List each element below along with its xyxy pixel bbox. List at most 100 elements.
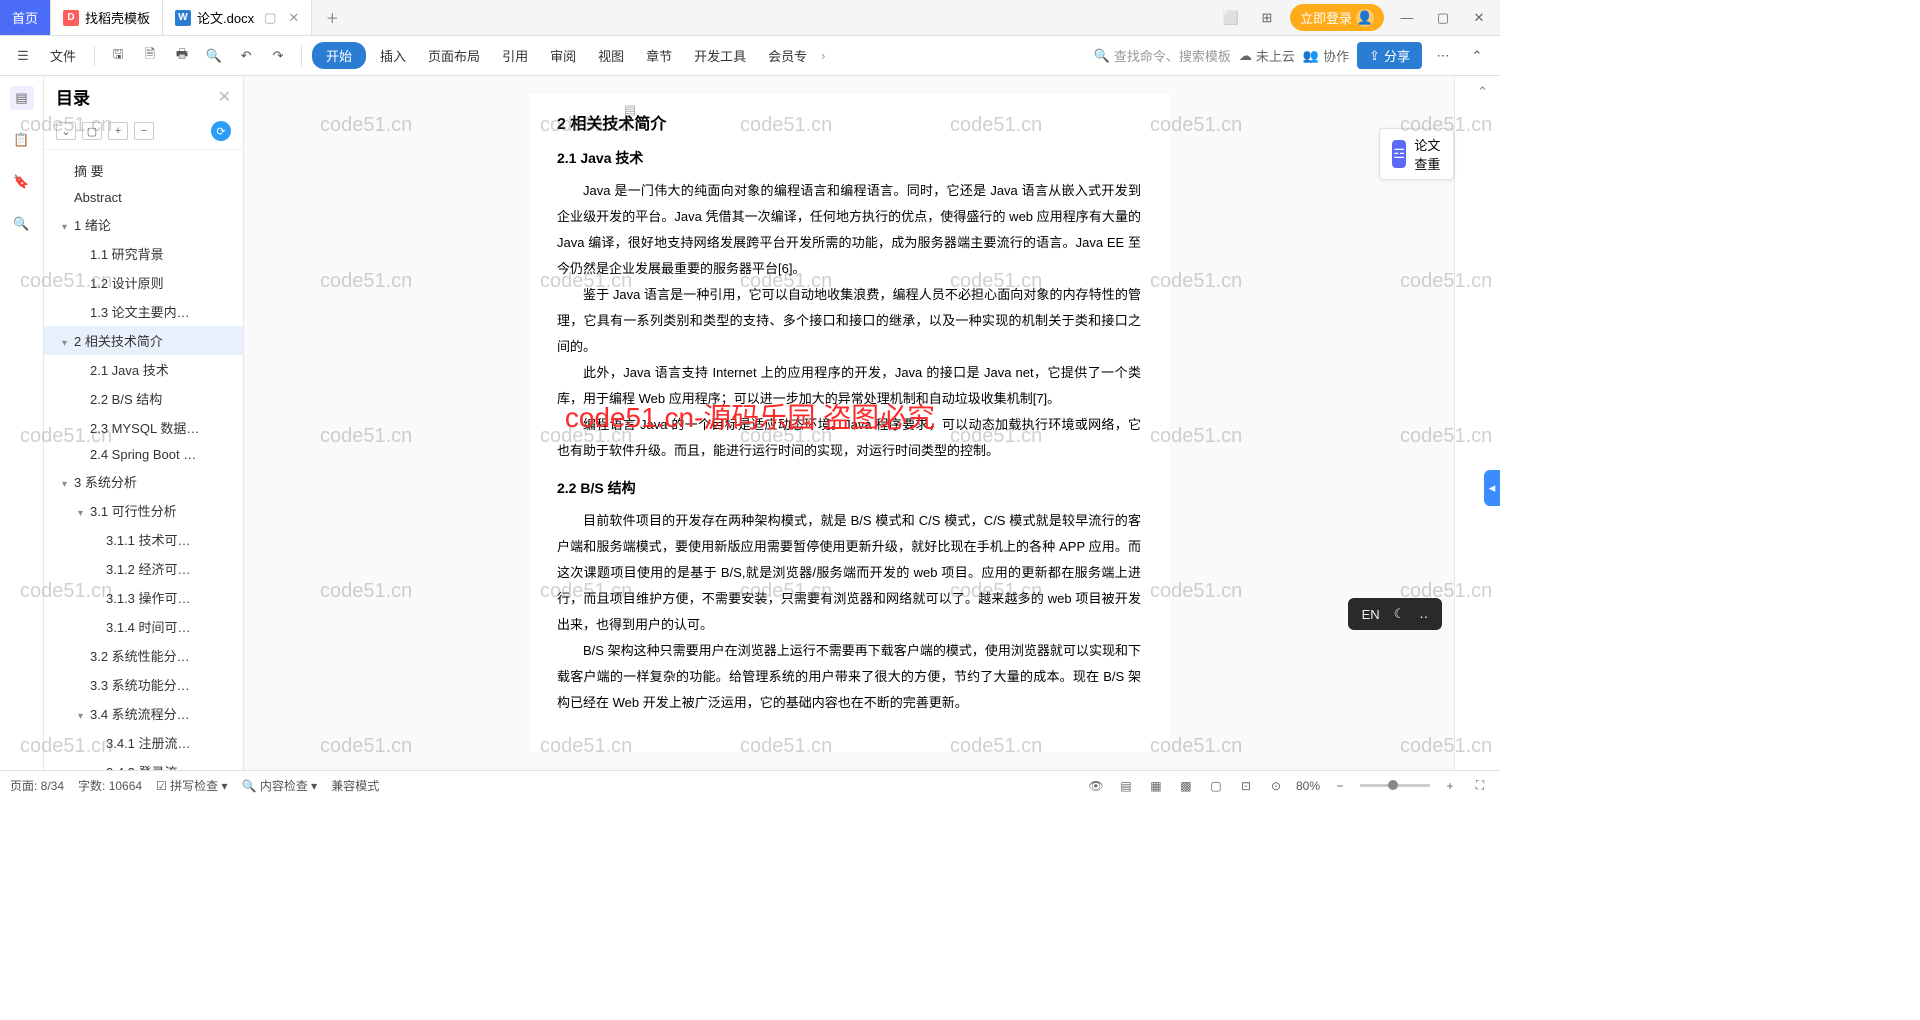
spell-check[interactable]: ☑ 拼写检查 ▾ <box>156 777 227 794</box>
toc-item[interactable]: Abstract <box>44 185 243 210</box>
floating-tab[interactable]: ◂ <box>1484 470 1500 506</box>
share-button[interactable]: ⇪ 分享 <box>1357 42 1422 69</box>
toc-item[interactable]: ▾3 系统分析 <box>44 467 243 496</box>
view-mode-2-icon[interactable]: ▦ <box>1146 776 1166 796</box>
login-label: 立即登录 <box>1300 8 1352 27</box>
chevron-right-icon[interactable]: › <box>821 48 825 63</box>
tab-template[interactable]: D 找稻壳模板 <box>51 0 163 35</box>
menu-member[interactable]: 会员专 <box>760 42 815 69</box>
hamburger-icon[interactable]: ☰ <box>10 43 36 69</box>
view-mode-5-icon[interactable]: ⊡ <box>1236 776 1256 796</box>
toc-item[interactable]: 3.4.2 登录流… <box>44 757 243 770</box>
tab-home[interactable]: 首页 <box>0 0 51 35</box>
toc-item[interactable]: 3.3 系统功能分… <box>44 670 243 699</box>
tab-document-label: 论文.docx <box>197 8 254 27</box>
view-mode-3-icon[interactable]: ▩ <box>1176 776 1196 796</box>
zoom-out-icon[interactable]: − <box>1330 776 1350 796</box>
expand-icon[interactable]: ▢ <box>82 122 102 140</box>
word-count[interactable]: 字数: 10664 <box>78 777 142 794</box>
more-icon[interactable]: ⋯ <box>1430 43 1456 69</box>
layout-icon[interactable]: ⬜ <box>1218 5 1244 31</box>
toc-item[interactable]: ▾3.4 系统流程分… <box>44 699 243 728</box>
menu-view[interactable]: 视图 <box>590 42 632 69</box>
search-panel-icon[interactable]: 🔍 <box>10 212 34 236</box>
save-as-icon[interactable]: 🗎 <box>137 43 163 69</box>
view-mode-4-icon[interactable]: ▢ <box>1206 776 1226 796</box>
close-icon[interactable]: ✕ <box>288 10 299 26</box>
toc-item[interactable]: 3.1.4 时间可… <box>44 612 243 641</box>
redo-icon[interactable]: ↷ <box>265 43 291 69</box>
toc-item[interactable]: 3.4.1 注册流… <box>44 728 243 757</box>
split-icon[interactable]: ▢ <box>264 10 276 26</box>
remove-icon[interactable]: − <box>134 122 154 140</box>
zoom-settings-icon[interactable]: ⊙ <box>1266 776 1286 796</box>
tab-document[interactable]: W 论文.docx ▢ ✕ <box>163 0 312 35</box>
command-search[interactable]: 🔍 查找命令、搜索模板 <box>1094 46 1231 65</box>
print-icon[interactable]: 🖶 <box>169 43 195 69</box>
outline-icon[interactable]: ▤ <box>10 86 34 110</box>
toc-item[interactable]: 3.1.2 经济可… <box>44 554 243 583</box>
menu-review[interactable]: 审阅 <box>542 42 584 69</box>
toc-item[interactable]: 2.3 MYSQL 数据… <box>44 413 243 442</box>
zoom-slider[interactable] <box>1360 784 1430 787</box>
menu-start[interactable]: 开始 <box>312 42 366 69</box>
paragraph: Java 是一门伟大的纯面向对象的编程语言和编程语言。同时，它还是 Java 语… <box>557 178 1141 282</box>
toc-item[interactable]: 摘 要 <box>44 156 243 185</box>
content-check[interactable]: 🔍 内容检查 ▾ <box>242 777 318 794</box>
close-window-button[interactable]: ✕ <box>1466 5 1492 31</box>
file-menu[interactable]: 文件 <box>42 42 84 69</box>
task-icon[interactable]: 📋 <box>10 128 34 152</box>
outline-tools: ⌄ ▢ + − ⟳ <box>44 117 243 150</box>
login-button[interactable]: 立即登录 👤 <box>1290 4 1384 31</box>
toc-item[interactable]: 1.1 研究背景 <box>44 239 243 268</box>
toc-item[interactable]: ▾1 绪论 <box>44 210 243 239</box>
close-outline-icon[interactable]: ✕ <box>218 87 231 107</box>
compat-mode[interactable]: 兼容模式 <box>331 777 379 794</box>
menu-page-layout[interactable]: 页面布局 <box>420 42 488 69</box>
maximize-button[interactable]: ▢ <box>1430 5 1456 31</box>
heading-3-bs: 2.2 B/S 结构 <box>557 478 1141 498</box>
collapse-all-icon[interactable]: ⌄ <box>56 122 76 140</box>
toc-item[interactable]: 2.4 Spring Boot … <box>44 442 243 467</box>
heading-2: 2 相关技术简介 <box>557 110 1141 134</box>
tab-template-label: 找稻壳模板 <box>85 8 150 27</box>
collapse-ribbon-icon[interactable]: ⌃ <box>1464 43 1490 69</box>
eye-icon[interactable]: 👁 <box>1086 776 1106 796</box>
toc-item[interactable]: 2.1 Java 技术 <box>44 355 243 384</box>
document-area[interactable]: ▤ 2 相关技术简介 2.1 Java 技术 Java 是一门伟大的纯面向对象的… <box>244 76 1454 770</box>
cloud-status[interactable]: ☁ 未上云 <box>1239 46 1295 65</box>
save-icon[interactable]: 🖫 <box>105 43 131 69</box>
page-margin-icon[interactable]: ▤ <box>624 102 636 118</box>
zoom-in-icon[interactable]: + <box>1440 776 1460 796</box>
toc-item[interactable]: 1.3 论文主要内… <box>44 297 243 326</box>
add-icon[interactable]: + <box>108 122 128 140</box>
ime-indicator[interactable]: EN ☾ ‥ <box>1348 598 1442 630</box>
toc-item[interactable]: 3.1.1 技术可… <box>44 525 243 554</box>
menu-developer[interactable]: 开发工具 <box>686 42 754 69</box>
thesis-check-button[interactable]: ☲ 论文查重 <box>1379 128 1454 180</box>
fullscreen-icon[interactable]: ⛶ <box>1470 776 1490 796</box>
toc-item[interactable]: 2.2 B/S 结构 <box>44 384 243 413</box>
paragraph: 编程语言 Java 的一个目标是适应动态环境。Java 程序要求，可以动态加载执… <box>557 412 1141 464</box>
page-indicator[interactable]: 页面: 8/34 <box>10 777 64 794</box>
collab-button[interactable]: 👥 协作 <box>1303 46 1349 65</box>
menu-section[interactable]: 章节 <box>638 42 680 69</box>
title-bar: 首页 D 找稻壳模板 W 论文.docx ▢ ✕ ＋ ⬜ ⊞ 立即登录 👤 — … <box>0 0 1500 36</box>
bookmark-icon[interactable]: 🔖 <box>10 170 34 194</box>
zoom-level[interactable]: 80% <box>1296 779 1320 793</box>
collapse-right-icon[interactable]: ⌃ <box>1477 84 1488 100</box>
preview-icon[interactable]: 🔍 <box>201 43 227 69</box>
sync-icon[interactable]: ⟳ <box>211 121 231 141</box>
undo-icon[interactable]: ↶ <box>233 43 259 69</box>
apps-icon[interactable]: ⊞ <box>1254 5 1280 31</box>
menu-references[interactable]: 引用 <box>494 42 536 69</box>
toc-item[interactable]: 3.1.3 操作可… <box>44 583 243 612</box>
menu-insert[interactable]: 插入 <box>372 42 414 69</box>
toc-item[interactable]: ▾2 相关技术简介 <box>44 326 243 355</box>
minimize-button[interactable]: — <box>1394 5 1420 31</box>
toc-item[interactable]: 3.2 系统性能分… <box>44 641 243 670</box>
view-mode-1-icon[interactable]: ▤ <box>1116 776 1136 796</box>
toc-item[interactable]: 1.2 设计原则 <box>44 268 243 297</box>
new-tab-button[interactable]: ＋ <box>312 0 352 35</box>
toc-item[interactable]: ▾3.1 可行性分析 <box>44 496 243 525</box>
